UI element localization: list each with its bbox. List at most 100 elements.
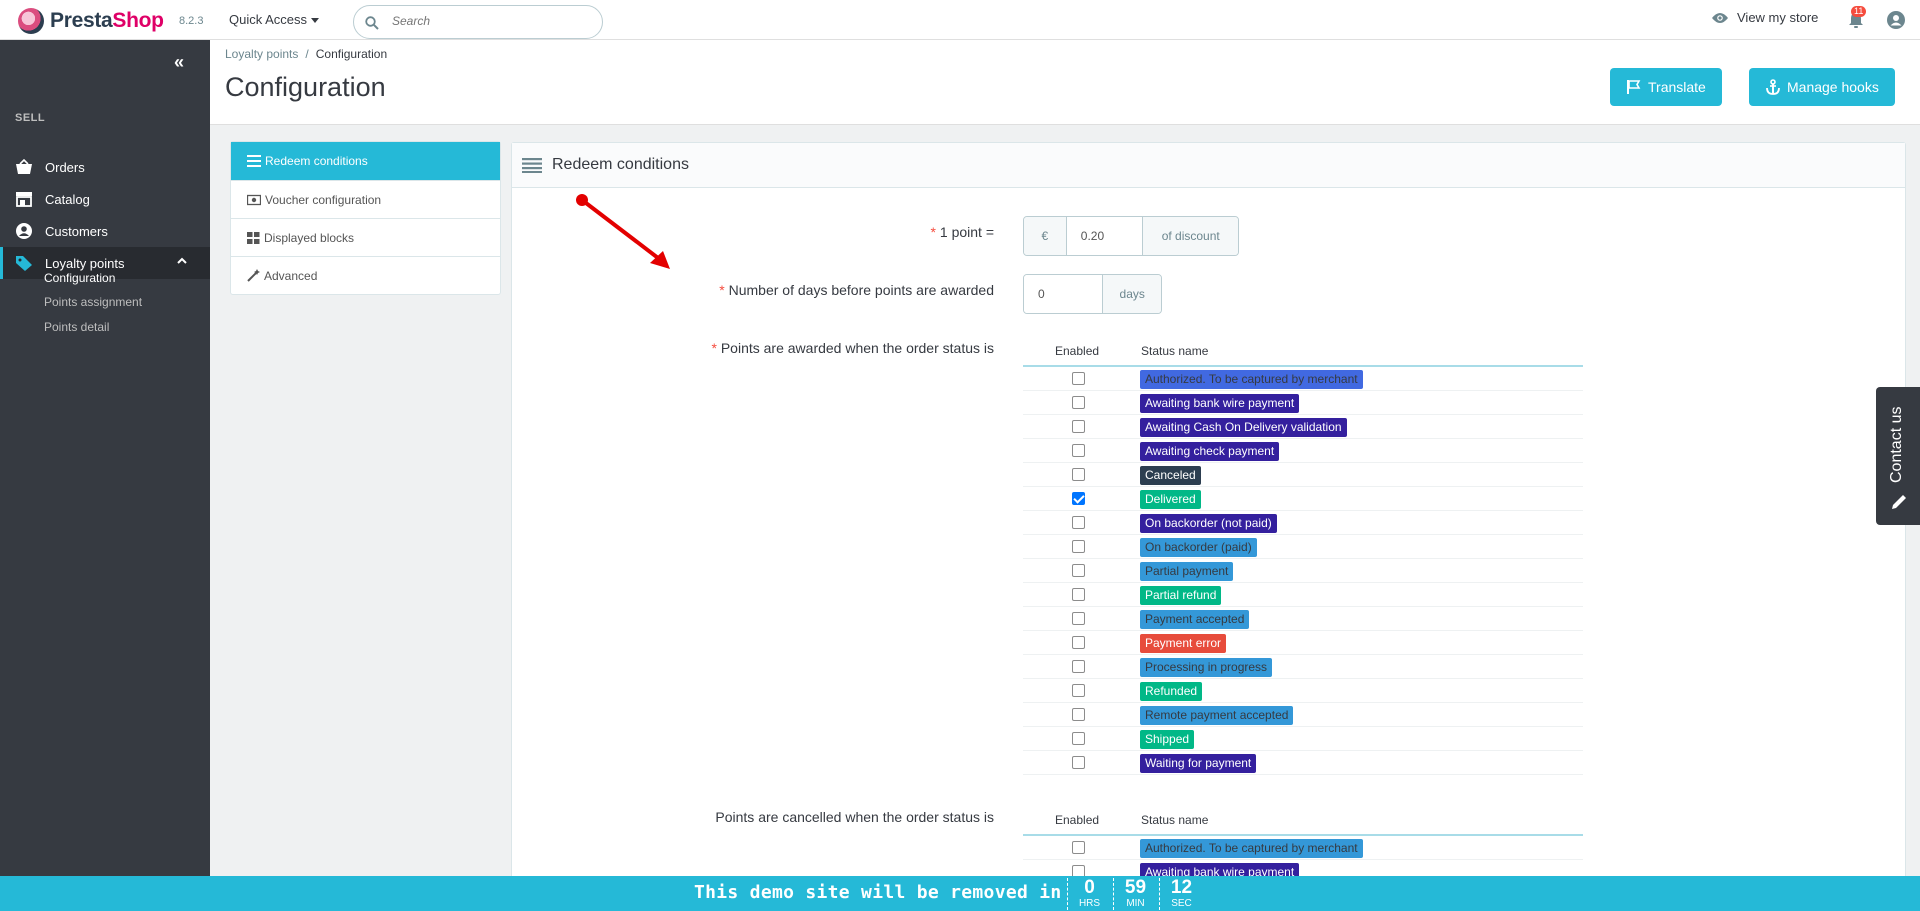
status-badge: Awaiting check payment <box>1140 442 1280 461</box>
days-group: 0 days <box>1023 274 1162 314</box>
point-value-input[interactable]: 0.20 <box>1065 217 1144 255</box>
tab-label: Displayed blocks <box>264 230 355 245</box>
status-enabled-checkbox[interactable] <box>1072 564 1085 577</box>
status-row: Authorized. To be captured by merchant <box>1023 836 1583 860</box>
countdown-seconds: 12 SEC <box>1159 878 1203 910</box>
status-enabled-checkbox[interactable] <box>1072 708 1085 721</box>
sidebar-subitem-points-assignment[interactable]: Points assignment <box>44 295 142 309</box>
tab-displayed-blocks[interactable]: Displayed blocks <box>231 218 500 256</box>
status-enabled-checkbox[interactable] <box>1072 372 1085 385</box>
prestashop-logo-icon <box>18 8 44 34</box>
grid-icon <box>247 231 260 244</box>
status-badge: Payment error <box>1140 634 1227 653</box>
search-field[interactable] <box>353 5 603 39</box>
col-enabled: Enabled <box>1055 813 1100 827</box>
status-row: Processing in progress <box>1023 655 1583 679</box>
collapse-sidebar-icon[interactable]: « <box>174 52 184 73</box>
status-badge: Processing in progress <box>1140 658 1273 677</box>
pencil-icon <box>1892 495 1906 509</box>
status-row: Canceled <box>1023 463 1583 487</box>
status-enabled-checkbox[interactable] <box>1072 841 1085 854</box>
tag-icon <box>16 256 32 271</box>
tab-voucher-configuration[interactable]: Voucher configuration <box>231 180 500 218</box>
col-status-name: Status name <box>1141 344 1209 358</box>
sidebar-item-orders[interactable]: Orders <box>0 151 210 183</box>
sidebar-subitem-configuration[interactable]: Configuration <box>44 271 115 285</box>
status-enabled-checkbox[interactable] <box>1072 444 1085 457</box>
status-enabled-checkbox[interactable] <box>1072 516 1085 529</box>
contact-us-tab[interactable]: Contact us <box>1876 387 1920 525</box>
status-enabled-checkbox[interactable] <box>1072 492 1085 505</box>
status-enabled-checkbox[interactable] <box>1072 468 1085 481</box>
quick-access-dropdown[interactable]: Quick Access <box>229 12 320 27</box>
status-badge: On backorder (paid) <box>1140 538 1257 557</box>
prestashop-logo[interactable]: PrestaShop <box>18 8 164 34</box>
tab-advanced[interactable]: Advanced <box>231 256 500 294</box>
status-row: On backorder (paid) <box>1023 535 1583 559</box>
magic-wand-icon <box>247 269 260 282</box>
table-header: Enabled Status name <box>1023 802 1583 836</box>
search-input[interactable] <box>392 14 592 28</box>
status-enabled-checkbox[interactable] <box>1072 396 1085 409</box>
sidebar-item-label: Catalog <box>45 191 90 207</box>
status-enabled-checkbox[interactable] <box>1072 588 1085 601</box>
sidebar-item-label: Orders <box>45 159 85 175</box>
status-row: Partial refund <box>1023 583 1583 607</box>
countdown-minutes: 59 MIN <box>1113 878 1157 910</box>
user-account-icon[interactable] <box>1886 10 1906 30</box>
status-row: Awaiting check payment <box>1023 439 1583 463</box>
translate-button[interactable]: Translate <box>1610 68 1722 106</box>
status-badge: Refunded <box>1140 682 1203 701</box>
status-enabled-checkbox[interactable] <box>1072 732 1085 745</box>
breadcrumb-parent[interactable]: Loyalty points <box>225 47 298 61</box>
status-badge: Canceled <box>1140 466 1201 485</box>
sidebar-item-label: Customers <box>45 223 108 239</box>
status-enabled-checkbox[interactable] <box>1072 420 1085 433</box>
point-label: * 1 point = <box>930 224 994 240</box>
sidebar-item-customers[interactable]: Customers <box>0 215 210 247</box>
tab-label: Redeem conditions <box>265 154 368 168</box>
tab-redeem-conditions[interactable]: Redeem conditions <box>231 142 500 180</box>
status-badge: Waiting for payment <box>1140 754 1257 773</box>
status-enabled-checkbox[interactable] <box>1072 660 1085 673</box>
store-icon <box>16 192 32 207</box>
brand-suffix: Shop <box>112 9 164 32</box>
status-row: Awaiting Cash On Delivery validation <box>1023 415 1583 439</box>
status-row: Awaiting bank wire payment <box>1023 391 1583 415</box>
quick-access-label: Quick Access <box>229 12 308 27</box>
anchor-icon <box>1766 79 1780 95</box>
basket-icon <box>16 159 32 174</box>
sidebar-subitem-points-detail[interactable]: Points detail <box>44 320 109 334</box>
demo-message: This demo site will be removed in <box>694 882 1062 903</box>
countdown-hours: 0 HRS <box>1067 878 1111 910</box>
status-enabled-checkbox[interactable] <box>1072 540 1085 553</box>
status-badge: Authorized. To be captured by merchant <box>1140 370 1363 389</box>
panel-header: Redeem conditions <box>512 143 1905 188</box>
breadcrumb: Loyalty points / Configuration <box>225 47 388 61</box>
status-row: On backorder (not paid) <box>1023 511 1583 535</box>
days-addon: days <box>1103 275 1161 313</box>
status-enabled-checkbox[interactable] <box>1072 756 1085 769</box>
view-store-link[interactable]: View my store <box>1711 10 1818 25</box>
status-enabled-checkbox[interactable] <box>1072 684 1085 697</box>
days-input[interactable]: 0 <box>1024 275 1104 313</box>
list-icon <box>522 158 542 173</box>
money-icon <box>247 194 261 205</box>
status-badge: Shipped <box>1140 730 1195 749</box>
tab-label: Voucher configuration <box>265 192 382 207</box>
manage-hooks-label: Manage hooks <box>1787 79 1879 95</box>
currency-addon: € <box>1024 217 1066 255</box>
col-enabled: Enabled <box>1055 344 1100 358</box>
manage-hooks-button[interactable]: Manage hooks <box>1749 68 1895 106</box>
page-title: Configuration <box>225 72 386 102</box>
sidebar-item-catalog[interactable]: Catalog <box>0 183 210 215</box>
status-badge: Partial payment <box>1140 562 1234 581</box>
status-row: Delivered <box>1023 487 1583 511</box>
status-badge: On backorder (not paid) <box>1140 514 1277 533</box>
status-badge: Awaiting Cash On Delivery validation <box>1140 418 1347 437</box>
chevron-up-icon <box>177 257 187 264</box>
config-tabs: Redeem conditions Voucher configuration … <box>230 141 501 295</box>
col-status-name: Status name <box>1141 813 1209 827</box>
status-enabled-checkbox[interactable] <box>1072 636 1085 649</box>
status-enabled-checkbox[interactable] <box>1072 612 1085 625</box>
